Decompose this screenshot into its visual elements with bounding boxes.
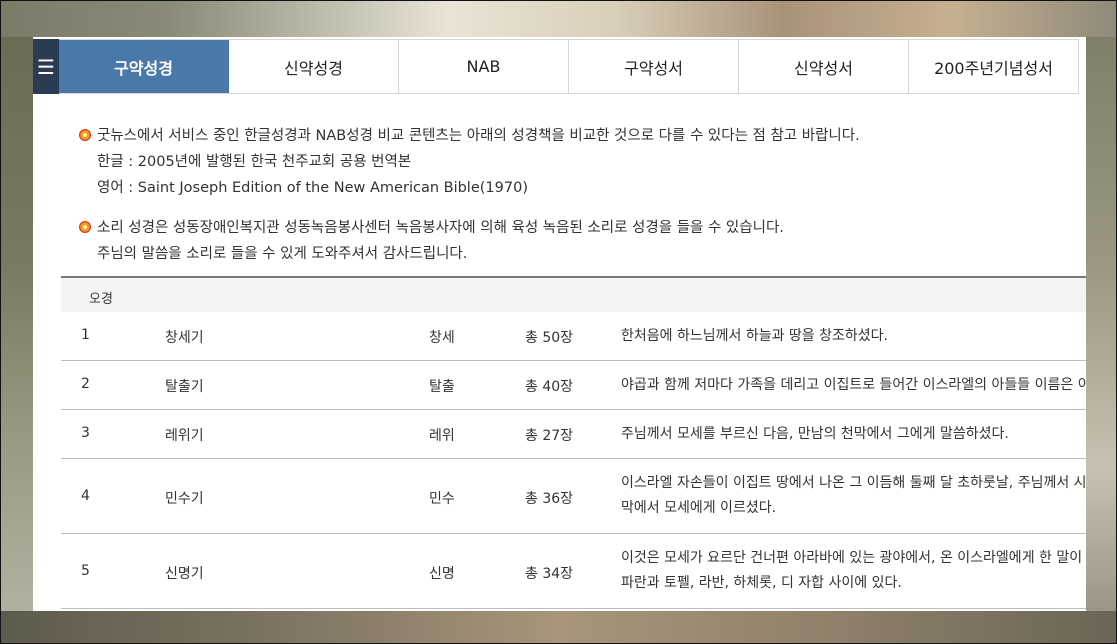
tab-200th-anniversary-bible[interactable]: 200주년기념성서	[909, 40, 1079, 93]
table-row[interactable]: 1 창세기 창세 총 50장 한처음에 하느님께서 하늘과 땅을 창조하셨다.	[61, 312, 1086, 361]
tab-old-testament[interactable]: 구약성경	[59, 40, 229, 93]
notice-text: 영어 : Saint Joseph Edition of the New Ame…	[97, 180, 528, 196]
bullet-icon	[79, 129, 91, 141]
book-opening: 주님께서 모세를 부르신 다음, 만남의 천막에서 그에게 말씀하셨다.	[621, 426, 1009, 442]
book-name[interactable]: 레위기	[165, 425, 204, 445]
table-row[interactable]: 2 탈출기 탈출 총 40장 야곱과 함께 저마다 가족을 데리고 이집트로 들…	[61, 361, 1086, 410]
notice-text: 주님의 말씀을 소리로 들을 수 있게 도와주셔서 감사드립니다.	[97, 246, 468, 262]
book-abbr: 신명	[429, 566, 455, 582]
table-row[interactable]: 3 레위기 레위 총 27장 주님께서 모세를 부르신 다음, 만남의 천막에서…	[61, 410, 1086, 459]
notice-item: 굿뉴스에서 서비스 중인 한글성경과 NAB성경 비교 콘텐츠는 아래의 성경책…	[79, 123, 1079, 201]
book-name[interactable]: 신명기	[165, 563, 204, 583]
book-number: 4	[81, 488, 90, 504]
tab-new-testament-book[interactable]: 신약성서	[739, 40, 909, 93]
bible-tabs: 구약성경 신약성경 NAB 구약성서 신약성서 200주년기념성서	[59, 39, 1079, 94]
section-title: 오경	[89, 292, 113, 307]
background-photo-bottom	[1, 611, 1116, 643]
book-table: 1 창세기 창세 총 50장 한처음에 하느님께서 하늘과 땅을 창조하셨다. …	[61, 312, 1086, 609]
section-header: 오경	[61, 276, 1086, 312]
background-photo-top	[1, 1, 1116, 37]
book-opening: 이스라엘 자손들이 이집트 땅에서 나온 그 이듬해 둘째 달 초하룻날, 주님…	[621, 475, 1086, 491]
notice-text: 소리 성경은 성동장애인복지관 성동녹음봉사센터 녹음봉사자에 의해 육성 녹음…	[97, 220, 784, 236]
book-abbr: 민수	[429, 491, 455, 507]
notice-list: 굿뉴스에서 서비스 중인 한글성경과 NAB성경 비교 콘텐츠는 아래의 성경책…	[79, 123, 1079, 281]
tab-old-testament-book[interactable]: 구약성서	[569, 40, 739, 93]
notice-text: 한글 : 2005년에 발행된 한국 천주교회 공용 번역본	[97, 154, 412, 170]
book-name[interactable]: 민수기	[165, 488, 204, 508]
book-number: 2	[81, 376, 90, 392]
book-abbr: 창세	[429, 330, 455, 346]
bullet-icon	[79, 221, 91, 233]
book-opening: 파란과 토펠, 라반, 하체롯, 디 자합 사이에 있다.	[621, 575, 902, 591]
content-panel: ☰ 구약성경 신약성경 NAB 구약성서 신약성서 200주년기념성서 굿뉴스에…	[33, 37, 1086, 611]
menu-button[interactable]: ☰	[33, 39, 59, 94]
background-photo-right	[1086, 37, 1116, 611]
tab-new-testament[interactable]: 신약성경	[229, 40, 399, 93]
chapter-count: 총 50장	[525, 330, 574, 346]
menu-icon: ☰	[37, 54, 55, 79]
book-opening: 야곱과 함께 저마다 가족을 데리고 이집트로 들어간 이스라엘의 아들들 이름…	[621, 377, 1086, 393]
book-number: 1	[81, 327, 90, 343]
book-opening: 막에서 모세에게 이르셨다.	[621, 500, 777, 516]
book-opening: 이것은 모세가 요르단 건너편 아라바에 있는 광야에서, 온 이스라엘에게 한…	[621, 550, 1083, 566]
chapter-count: 총 40장	[525, 379, 574, 395]
book-opening: 한처음에 하느님께서 하늘과 땅을 창조하셨다.	[621, 328, 888, 344]
table-row[interactable]: 5 신명기 신명 총 34장 이것은 모세가 요르단 건너편 아라바에 있는 광…	[61, 534, 1086, 609]
tab-nab[interactable]: NAB	[399, 40, 569, 93]
book-abbr: 레위	[429, 428, 455, 444]
notice-text: 굿뉴스에서 서비스 중인 한글성경과 NAB성경 비교 콘텐츠는 아래의 성경책…	[97, 128, 860, 144]
book-name[interactable]: 탈출기	[165, 376, 204, 396]
chapter-count: 총 27장	[525, 428, 574, 444]
book-number: 3	[81, 425, 90, 441]
notice-item: 소리 성경은 성동장애인복지관 성동녹음봉사센터 녹음봉사자에 의해 육성 녹음…	[79, 215, 1079, 267]
table-row[interactable]: 4 민수기 민수 총 36장 이스라엘 자손들이 이집트 땅에서 나온 그 이듬…	[61, 459, 1086, 534]
book-name[interactable]: 창세기	[165, 327, 204, 347]
browser-viewport: ☰ 구약성경 신약성경 NAB 구약성서 신약성서 200주년기념성서 굿뉴스에…	[0, 0, 1117, 644]
background-photo-left	[1, 37, 33, 611]
chapter-count: 총 34장	[525, 566, 574, 582]
chapter-count: 총 36장	[525, 491, 574, 507]
book-abbr: 탈출	[429, 379, 455, 395]
book-number: 5	[81, 563, 90, 579]
